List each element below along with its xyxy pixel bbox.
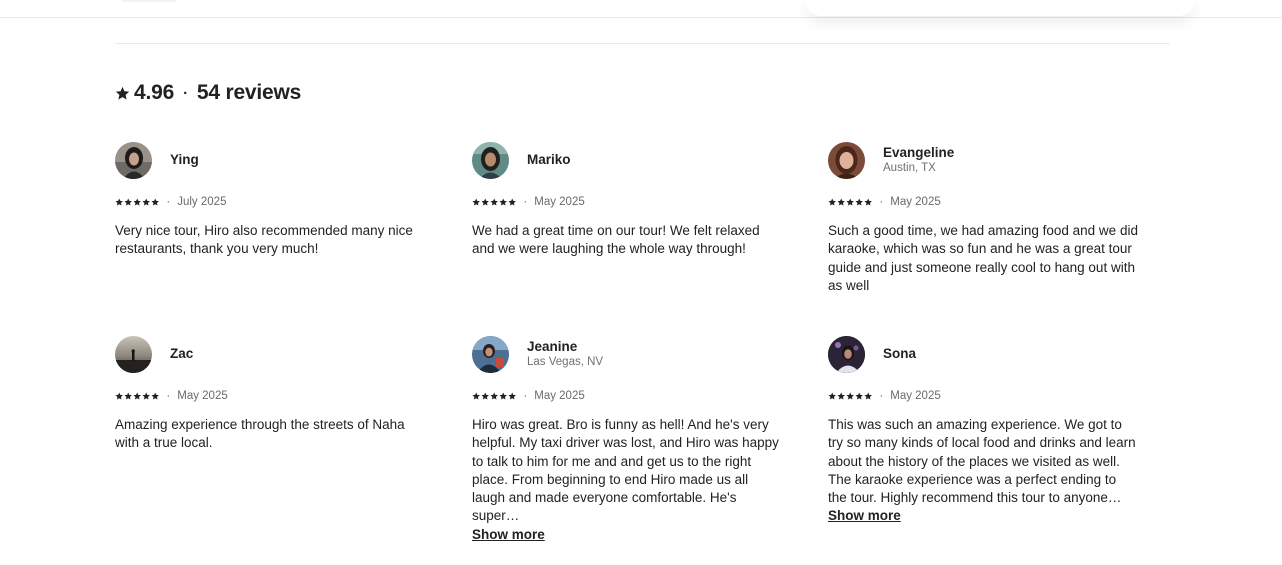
section-divider	[115, 43, 1170, 44]
reviews-summary-heading: 4.96 · 54 reviews	[115, 80, 301, 106]
star-icon	[837, 198, 845, 206]
review-date: May 2025	[177, 390, 228, 402]
star-icon	[472, 198, 480, 206]
star-icon	[124, 198, 132, 206]
average-rating: 4.96	[134, 81, 175, 104]
avatar[interactable]	[828, 335, 865, 373]
star-icon	[142, 392, 151, 400]
review-date: May 2025	[534, 196, 585, 208]
reviews-page: 4.96 · 54 reviews Ying · July 2025 Very …	[0, 0, 1282, 565]
star-icon	[499, 392, 508, 400]
star-icon	[490, 198, 499, 206]
avatar[interactable]	[115, 335, 152, 373]
star-icon	[115, 86, 130, 99]
reviewer: Mariko	[472, 141, 782, 179]
star-icon	[151, 198, 160, 206]
review-text: Hiro was great. Bro is funny as hell! An…	[472, 417, 779, 524]
review-meta: · May 2025	[828, 195, 1138, 209]
show-more-link[interactable]: Show more	[828, 507, 901, 525]
star-icon	[115, 198, 123, 206]
star-icon	[490, 392, 499, 400]
review-card-evangeline: Evangeline Austin, TX · May 2025 Such a …	[828, 141, 1138, 295]
star-icon	[481, 392, 489, 400]
top-bar-tab-remnant	[120, 0, 178, 2]
review-card-sona: Sona · May 2025 This was such an amazing…	[828, 335, 1138, 525]
review-text: Amazing experience through the streets o…	[115, 417, 405, 451]
review-text: Very nice tour, Hiro also recommended ma…	[115, 223, 413, 257]
star-icon	[115, 392, 123, 400]
star-icon	[864, 392, 873, 400]
review-date: July 2025	[177, 196, 227, 208]
reviewer-name[interactable]: Evangeline	[883, 145, 954, 161]
reviewer-name[interactable]: Sona	[883, 346, 916, 362]
reviewer-location: Las Vegas, NV	[527, 356, 604, 368]
star-icon	[846, 198, 855, 206]
review-meta: · May 2025	[828, 389, 1138, 403]
review-date: May 2025	[534, 390, 585, 402]
star-icon	[151, 392, 160, 400]
star-rating	[472, 198, 517, 206]
reviewer-name[interactable]: Mariko	[527, 152, 571, 168]
star-icon	[499, 198, 508, 206]
reviewer: Ying	[115, 141, 425, 179]
review-card-jeanine: Jeanine Las Vegas, NV · May 2025 Hiro wa…	[472, 335, 782, 544]
star-rating	[828, 392, 873, 400]
star-icon	[508, 392, 517, 400]
reviewer: Jeanine Las Vegas, NV	[472, 335, 782, 373]
top-bar	[0, 0, 1282, 18]
star-rating	[115, 198, 160, 206]
review-card-zac: Zac · May 2025 Amazing experience throug…	[115, 335, 425, 453]
meta-separator: ·	[879, 390, 884, 402]
reviewer: Evangeline Austin, TX	[828, 141, 1138, 179]
star-icon	[846, 392, 855, 400]
review-count[interactable]: 54 reviews	[197, 81, 301, 105]
review-meta: · May 2025	[472, 389, 782, 403]
star-icon	[472, 392, 480, 400]
star-rating	[828, 198, 873, 206]
reviewer: Sona	[828, 335, 1138, 373]
star-icon	[864, 198, 873, 206]
review-date: May 2025	[890, 390, 941, 402]
review-card-ying: Ying · July 2025 Very nice tour, Hiro al…	[115, 141, 425, 259]
review-meta: · May 2025	[472, 195, 782, 209]
review-text: We had a great time on our tour! We felt…	[472, 223, 760, 257]
reviewer-name[interactable]: Zac	[170, 346, 193, 362]
reviewer-name[interactable]: Ying	[170, 152, 199, 168]
reviewer-location: Austin, TX	[883, 162, 936, 174]
review-meta: · July 2025	[115, 195, 425, 209]
star-icon	[508, 198, 517, 206]
avatar[interactable]	[115, 141, 152, 179]
review-date: May 2025	[890, 196, 941, 208]
star-icon	[124, 392, 132, 400]
star-icon	[142, 198, 151, 206]
review-card-mariko: Mariko · May 2025 We had a great time on…	[472, 141, 782, 259]
star-icon	[481, 198, 489, 206]
review-meta: · May 2025	[115, 389, 425, 403]
meta-separator: ·	[879, 196, 884, 208]
booking-panel-shadow	[805, 0, 1195, 16]
avatar[interactable]	[828, 141, 865, 179]
meta-separator: ·	[523, 390, 528, 402]
show-more-link[interactable]: Show more	[472, 526, 545, 544]
review-text: Such a good time, we had amazing food an…	[828, 223, 1138, 293]
star-icon	[133, 198, 142, 206]
star-icon	[855, 198, 864, 206]
star-icon	[855, 392, 864, 400]
heading-separator: ·	[183, 84, 188, 102]
review-text: This was such an amazing experience. We …	[828, 417, 1136, 506]
star-rating	[472, 392, 517, 400]
star-icon	[828, 198, 836, 206]
meta-separator: ·	[166, 196, 171, 208]
star-icon	[133, 392, 142, 400]
meta-separator: ·	[166, 390, 171, 402]
meta-separator: ·	[523, 196, 528, 208]
star-icon	[837, 392, 845, 400]
reviewer-name[interactable]: Jeanine	[527, 339, 603, 355]
reviewer: Zac	[115, 335, 425, 373]
star-rating	[115, 392, 160, 400]
avatar[interactable]	[472, 141, 509, 179]
star-icon	[828, 392, 836, 400]
avatar[interactable]	[472, 335, 509, 373]
